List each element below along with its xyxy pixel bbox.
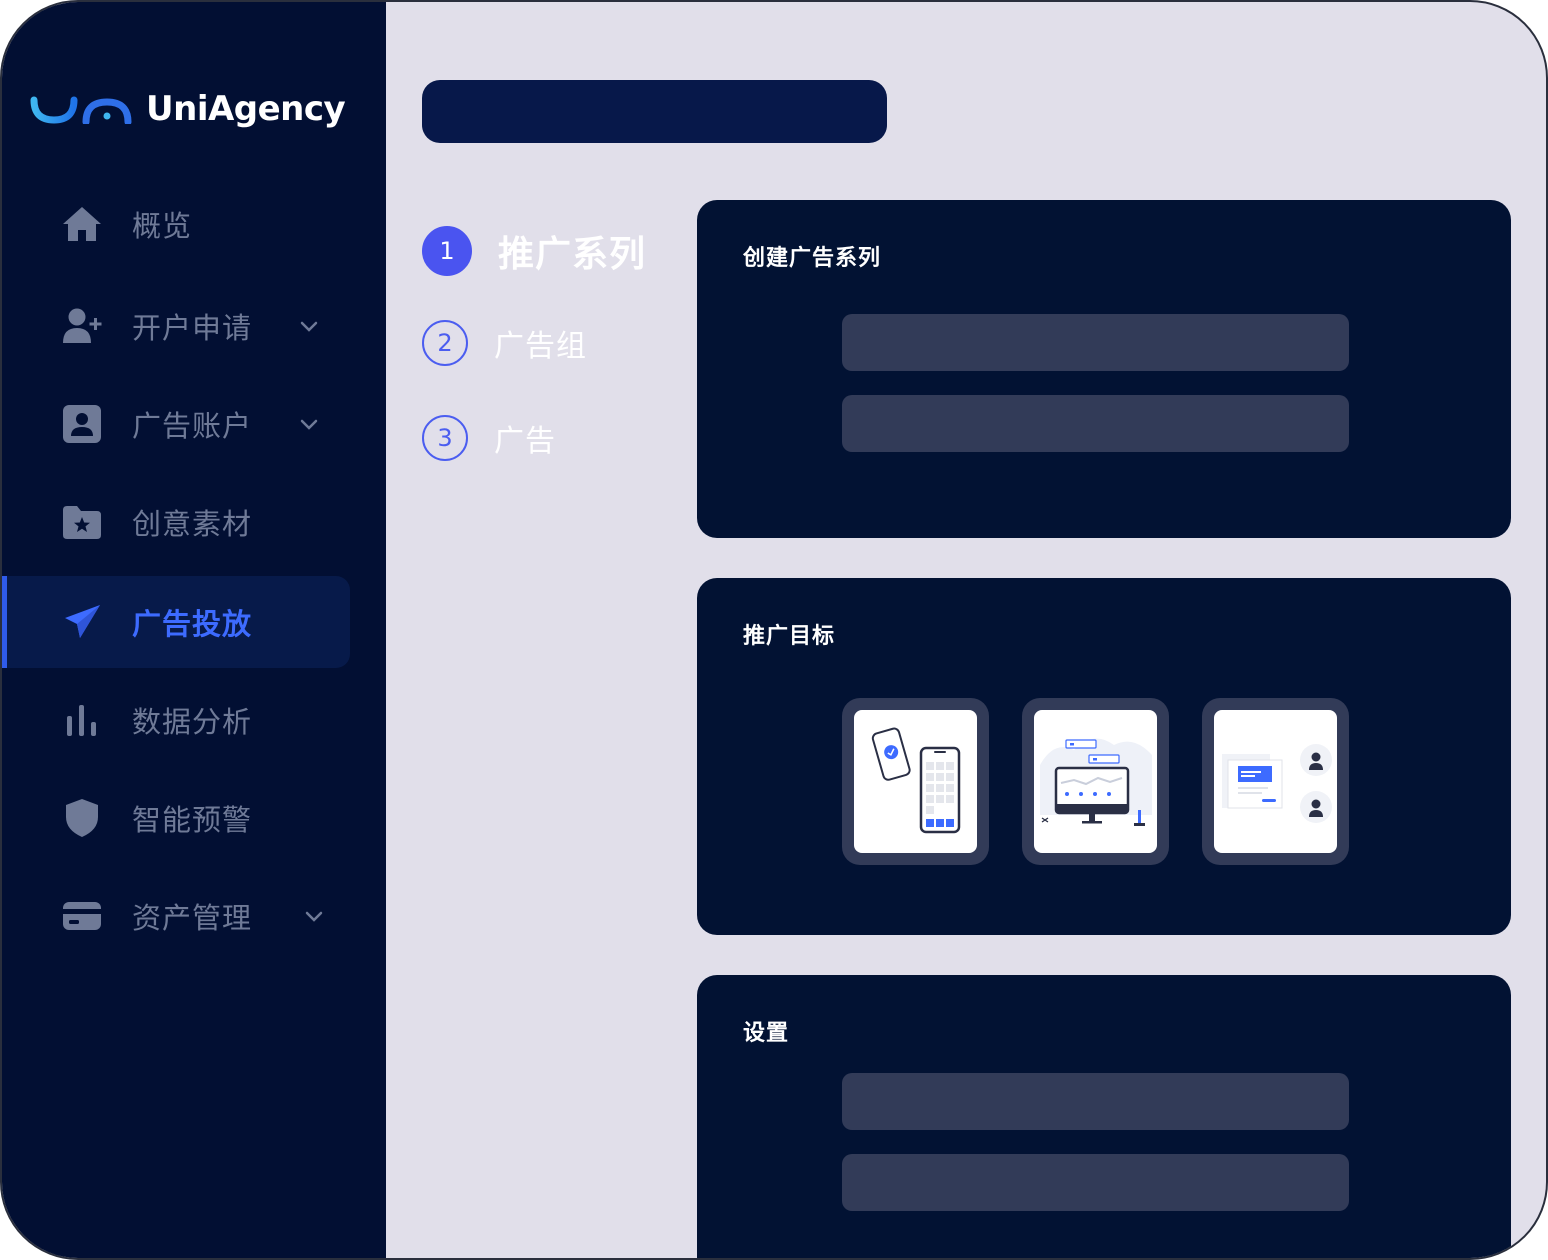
objective-option-audience[interactable] bbox=[1202, 698, 1349, 865]
audience-illustration bbox=[1214, 710, 1337, 853]
bar-chart-icon bbox=[60, 698, 104, 742]
sidebar-item-overview[interactable]: 概览 bbox=[2, 178, 350, 270]
sidebar-item-label: 资产管理 bbox=[132, 901, 253, 935]
user-plus-icon bbox=[60, 304, 104, 348]
app-window: UniAgency 概览 开户申请 广告账户 创意素材 广告投放 数据分析 智能… bbox=[0, 0, 1548, 1260]
chevron-down-icon[interactable] bbox=[298, 315, 320, 337]
objective-option-website[interactable] bbox=[1022, 698, 1169, 865]
step-label: 推广系列 bbox=[498, 234, 647, 275]
shield-icon bbox=[60, 796, 104, 840]
sidebar-item-label: 开户申请 bbox=[132, 311, 253, 345]
sidebar-item-label: 智能预警 bbox=[132, 803, 253, 837]
step-number: 1 bbox=[422, 226, 472, 276]
sidebar-item-label: 广告投放 bbox=[132, 607, 253, 641]
sidebar-item-ad-accounts[interactable]: 广告账户 bbox=[2, 378, 350, 470]
mobile-app-illustration bbox=[854, 710, 977, 853]
home-icon bbox=[60, 202, 104, 246]
step-ad[interactable]: 3 广告 bbox=[422, 415, 556, 461]
header-bar bbox=[422, 80, 887, 143]
step-label: 广告组 bbox=[494, 329, 587, 364]
step-ad-group[interactable]: 2 广告组 bbox=[422, 320, 587, 366]
uniagency-logo-icon bbox=[30, 96, 132, 124]
brand-logo[interactable]: UniAgency bbox=[30, 84, 346, 134]
sidebar-item-smart-alerts[interactable]: 智能预警 bbox=[2, 772, 350, 864]
campaign-type-field[interactable] bbox=[842, 395, 1349, 452]
sidebar-item-ad-delivery[interactable]: 广告投放 bbox=[2, 576, 350, 668]
chevron-down-icon[interactable] bbox=[298, 413, 320, 435]
card-title: 设置 bbox=[743, 1021, 790, 1046]
sidebar-item-analytics[interactable]: 数据分析 bbox=[2, 674, 350, 766]
step-label: 广告 bbox=[494, 424, 556, 459]
card-title: 创建广告系列 bbox=[743, 246, 882, 271]
sidebar-item-label: 创意素材 bbox=[132, 507, 253, 541]
settings-field-1[interactable] bbox=[842, 1073, 1349, 1130]
card-title: 推广目标 bbox=[743, 624, 836, 649]
sidebar-item-asset-management[interactable]: 资产管理 bbox=[2, 870, 350, 962]
create-campaign-card: 创建广告系列 bbox=[697, 200, 1511, 538]
brand-name: UniAgency bbox=[146, 89, 346, 129]
sidebar-item-label: 广告账户 bbox=[132, 409, 253, 443]
settings-card: 设置 bbox=[697, 975, 1511, 1258]
folder-star-icon bbox=[60, 500, 104, 544]
sidebar: UniAgency 概览 开户申请 广告账户 创意素材 广告投放 数据分析 智能… bbox=[2, 2, 386, 1258]
settings-field-2[interactable] bbox=[842, 1154, 1349, 1211]
sidebar-item-label: 数据分析 bbox=[132, 705, 253, 739]
sidebar-item-creatives[interactable]: 创意素材 bbox=[2, 476, 350, 568]
chevron-down-icon[interactable] bbox=[303, 905, 325, 927]
paper-plane-icon bbox=[60, 600, 104, 644]
objective-card: 推广目标 bbox=[697, 578, 1511, 935]
campaign-name-field[interactable] bbox=[842, 314, 1349, 371]
sidebar-item-label: 概览 bbox=[132, 209, 193, 243]
step-campaign[interactable]: 1 推广系列 bbox=[422, 225, 646, 277]
credit-card-icon bbox=[60, 894, 104, 938]
sidebar-item-account-application[interactable]: 开户申请 bbox=[2, 280, 350, 372]
account-card-icon bbox=[60, 402, 104, 446]
website-dashboard-illustration bbox=[1034, 710, 1157, 853]
step-number: 2 bbox=[422, 320, 468, 366]
step-number: 3 bbox=[422, 415, 468, 461]
objective-option-app[interactable] bbox=[842, 698, 989, 865]
